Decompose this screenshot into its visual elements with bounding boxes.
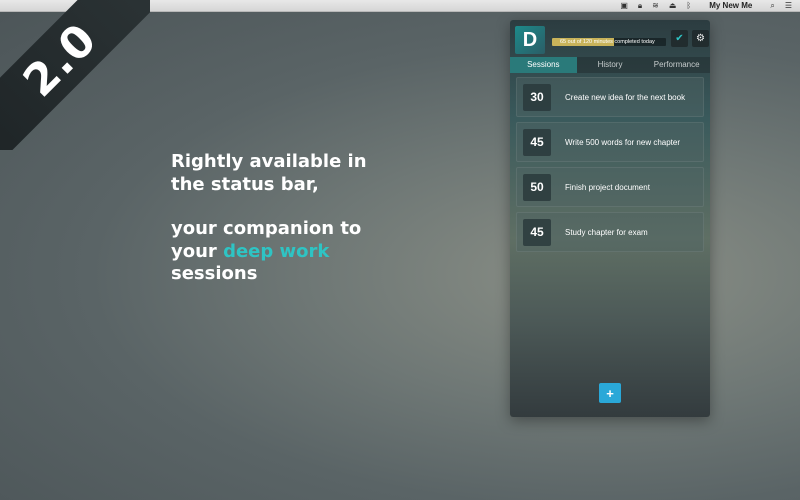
lock-icon[interactable]: 🔒︎ bbox=[638, 0, 642, 12]
session-item[interactable]: 45 Study chapter for exam bbox=[516, 212, 704, 252]
session-label: Write 500 words for new chapter bbox=[565, 138, 681, 147]
list-icon[interactable]: ☰ bbox=[785, 0, 792, 12]
session-item[interactable]: 45 Write 500 words for new chapter bbox=[516, 122, 704, 162]
headline-line: sessions bbox=[171, 263, 258, 284]
session-item[interactable]: 30 Create new idea for the next book bbox=[516, 77, 704, 117]
headline-spacer bbox=[171, 196, 431, 218]
tab-history[interactable]: History bbox=[577, 57, 644, 73]
headline-prefix: your bbox=[171, 240, 224, 262]
check-icon: ✔ bbox=[675, 33, 684, 44]
daily-progress-text: 65 out of 120 minutes completed today bbox=[560, 39, 655, 45]
search-icon[interactable]: ⌕ bbox=[770, 0, 774, 12]
eject-icon[interactable]: ⏏ bbox=[669, 0, 677, 12]
display-icon[interactable]: ▣ bbox=[620, 0, 628, 12]
version-banner: 2.0 bbox=[0, 0, 150, 150]
panel-header: D 65 out of 120 minutes completed today … bbox=[515, 24, 709, 54]
headline-accent: deep work bbox=[223, 240, 330, 262]
session-label: Finish project document bbox=[565, 183, 650, 192]
plus-icon: + bbox=[606, 385, 614, 401]
session-minutes: 45 bbox=[523, 219, 551, 246]
bluetooth-icon[interactable]: ᛒ bbox=[686, 0, 691, 12]
status-bar-panel: D 65 out of 120 minutes completed today … bbox=[510, 20, 710, 417]
tab-sessions[interactable]: Sessions bbox=[510, 57, 577, 73]
session-minutes: 45 bbox=[523, 129, 551, 156]
complete-button[interactable]: ✔ bbox=[671, 30, 688, 47]
wifi-icon[interactable]: ≋ bbox=[652, 0, 659, 12]
headline: Rightly available in the status bar, you… bbox=[171, 151, 431, 286]
session-label: Create new idea for the next book bbox=[565, 93, 686, 102]
gear-icon: ⚙ bbox=[696, 33, 705, 44]
headline-line: your companion to bbox=[171, 218, 362, 239]
session-item[interactable]: 50 Finish project document bbox=[516, 167, 704, 207]
daily-progress-bar: 65 out of 120 minutes completed today bbox=[552, 38, 666, 46]
headline-line: your deep work bbox=[171, 241, 431, 264]
session-minutes: 30 bbox=[523, 84, 551, 111]
session-label: Study chapter for exam bbox=[565, 228, 648, 237]
version-label: 2.0 bbox=[13, 13, 107, 107]
headline-line: Rightly available in bbox=[171, 151, 367, 172]
app-logo: D bbox=[515, 26, 545, 54]
version-ribbon: 2.0 bbox=[0, 0, 150, 150]
tab-performance[interactable]: Performance bbox=[643, 57, 710, 73]
add-session-button[interactable]: + bbox=[599, 383, 621, 403]
menubar-user-name[interactable]: My New Me bbox=[709, 1, 752, 10]
panel-tabs: Sessions History Performance bbox=[510, 57, 710, 73]
settings-button[interactable]: ⚙ bbox=[692, 30, 709, 47]
headline-line: the status bar, bbox=[171, 173, 319, 195]
session-minutes: 50 bbox=[523, 174, 551, 201]
